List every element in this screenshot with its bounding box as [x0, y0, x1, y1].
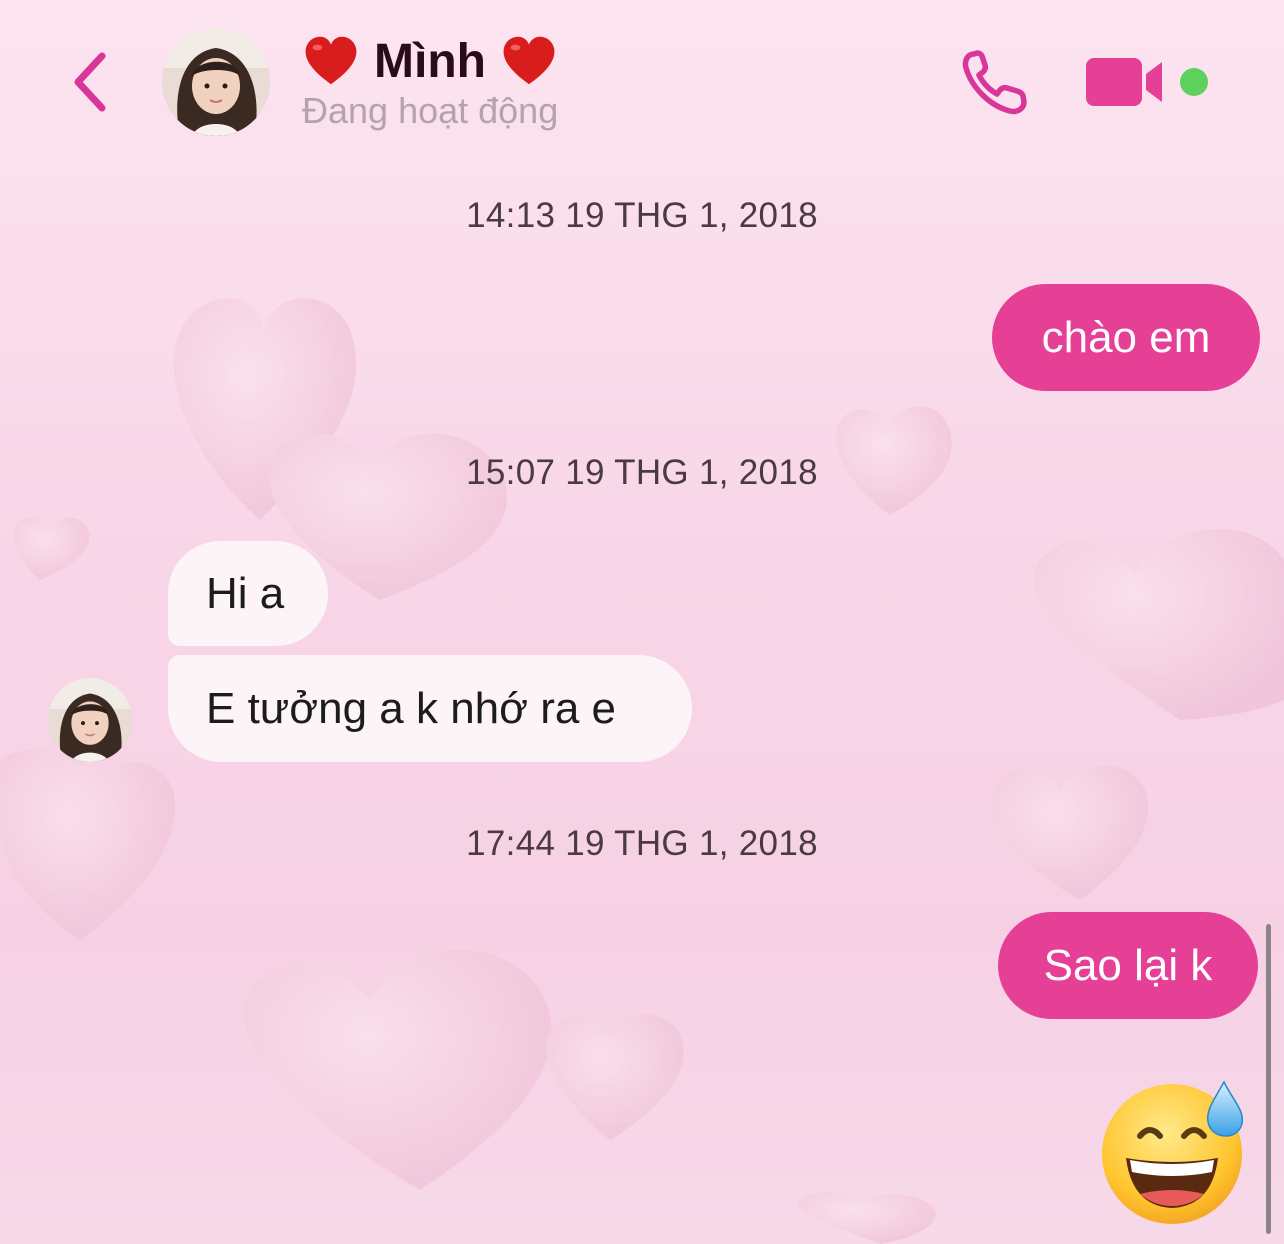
- message-timestamp: 14:13 19 THG 1, 2018: [466, 196, 818, 235]
- phone-icon: [962, 50, 1027, 115]
- chevron-left-icon: [74, 52, 106, 112]
- video-call-button[interactable]: [1084, 52, 1168, 112]
- outgoing-message[interactable]: Sao lại k: [998, 912, 1258, 1019]
- contact-avatar[interactable]: [162, 28, 270, 136]
- active-status: Đang hoạt động: [302, 90, 559, 131]
- incoming-message[interactable]: Hi a: [168, 541, 328, 646]
- chat-title: Mình: [302, 30, 558, 92]
- back-button[interactable]: [60, 42, 120, 122]
- avatar-image: [162, 28, 270, 136]
- video-camera-icon: [1086, 58, 1162, 106]
- message-timestamp: 17:44 19 THG 1, 2018: [466, 824, 818, 863]
- red-heart-icon: [503, 36, 555, 85]
- online-indicator: [1180, 68, 1208, 96]
- outgoing-message[interactable]: chào em: [992, 284, 1260, 391]
- emoji-message[interactable]: [1100, 1076, 1250, 1226]
- message-timestamp: 15:07 19 THG 1, 2018: [466, 453, 818, 492]
- red-heart-icon: [305, 36, 357, 85]
- sender-avatar[interactable]: [48, 678, 132, 762]
- contact-name: Mình: [374, 34, 486, 88]
- grinning-face-with-sweat-icon: [1102, 1080, 1244, 1224]
- chat-header: Mình Đang hoạt động: [0, 0, 1284, 165]
- voice-call-button[interactable]: [960, 48, 1032, 116]
- incoming-message[interactable]: E tưởng a k nhớ ra e: [168, 655, 692, 762]
- scrollbar[interactable]: [1266, 924, 1271, 1234]
- avatar-image: [48, 678, 132, 762]
